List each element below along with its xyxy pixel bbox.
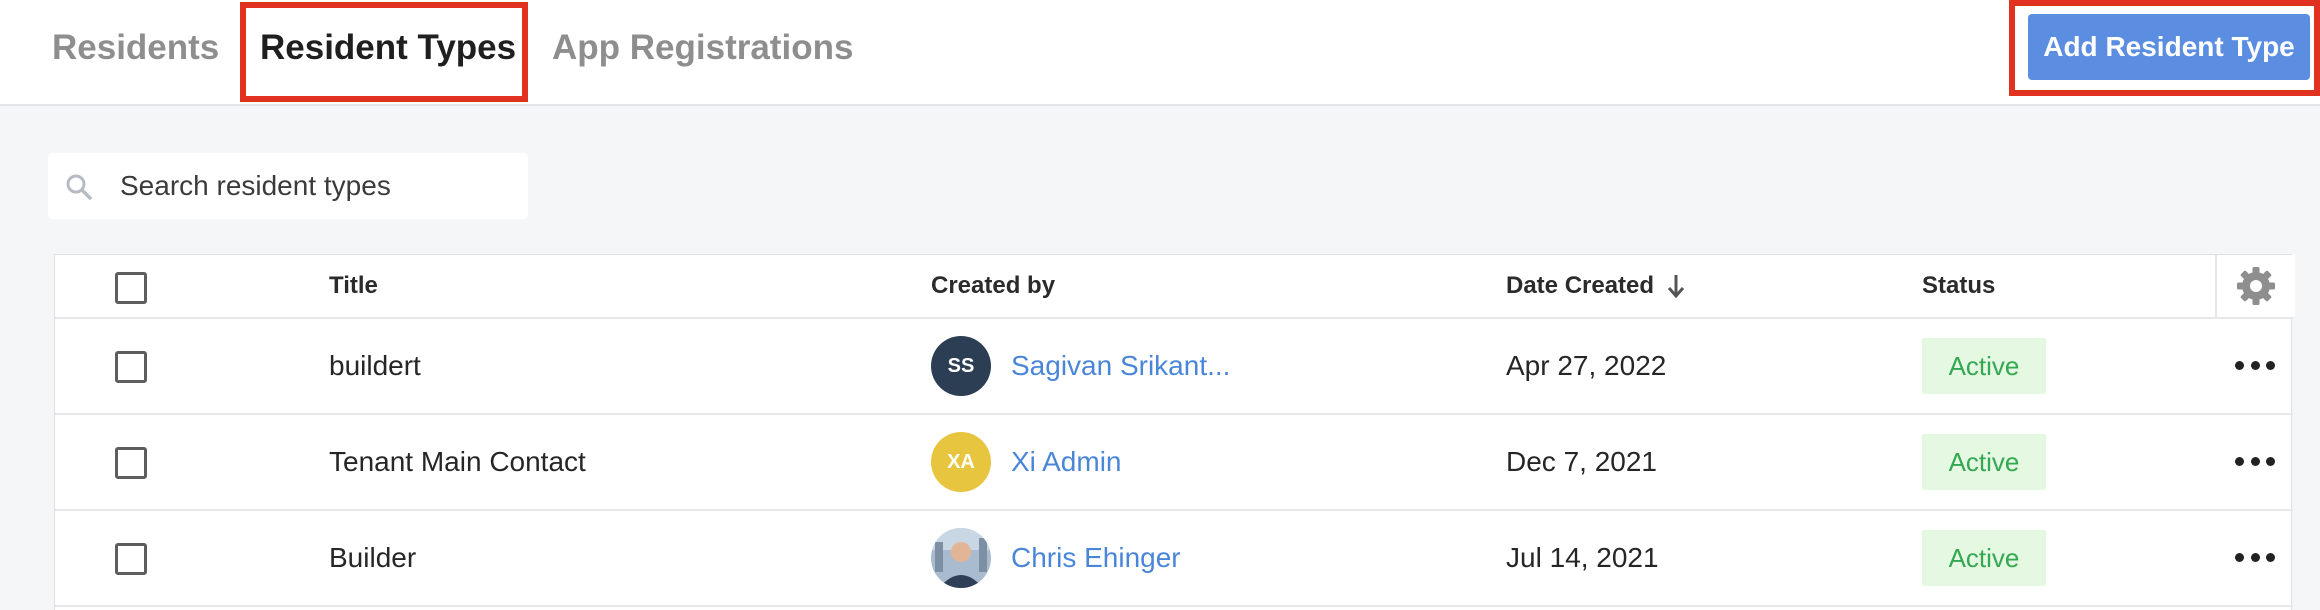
user-photo-icon <box>931 528 991 588</box>
resident-types-table: Title Created by Date Created Status bui… <box>54 254 2295 610</box>
creator-link[interactable]: Chris Ehinger <box>1011 542 1181 574</box>
column-header-created-by-label: Created by <box>931 272 1056 299</box>
more-options-icon[interactable] <box>2235 457 2275 467</box>
row-date-cell: Apr 27, 2022 <box>1506 319 1666 413</box>
status-badge: Active <box>1922 338 2046 394</box>
avatar-initials: SS <box>947 354 975 377</box>
column-header-status[interactable]: Status <box>1922 255 1995 317</box>
more-options-icon[interactable] <box>2235 553 2275 563</box>
row-status-cell: Active <box>1922 319 2046 413</box>
column-header-created-by[interactable]: Created by <box>931 255 1055 317</box>
avatar: XA <box>931 432 991 492</box>
row-date: Jul 14, 2021 <box>1506 542 1659 573</box>
row-title: Builder <box>329 542 417 573</box>
row-status-cell: Active <box>1922 511 2046 605</box>
row-date-cell: Dec 7, 2021 <box>1506 415 1657 509</box>
select-all-checkbox[interactable] <box>115 272 147 304</box>
row-title: Tenant Main Contact <box>329 446 586 477</box>
column-header-date-created[interactable]: Date Created <box>1506 255 1686 317</box>
avatar-initials: XA <box>947 450 975 473</box>
search-box <box>48 153 528 219</box>
row-title-cell: buildert <box>329 319 421 413</box>
row-title: buildert <box>329 350 421 381</box>
row-created-by-cell: SS Sagivan Srikant... <box>931 319 1230 413</box>
avatar <box>931 528 991 588</box>
creator-link[interactable]: Xi Admin <box>1011 446 1122 478</box>
more-options-icon[interactable] <box>2235 361 2275 371</box>
row-checkbox[interactable] <box>115 543 147 575</box>
tab-app-registrations[interactable]: App Registrations <box>552 0 853 104</box>
table-header-row: Title Created by Date Created Status <box>55 255 2295 319</box>
highlight-box-tab <box>240 2 528 102</box>
row-created-by-cell: Chris Ehinger <box>931 511 1181 605</box>
tab-residents[interactable]: Residents <box>52 0 219 104</box>
column-header-title-label: Title <box>329 272 378 299</box>
row-title-cell: Tenant Main Contact <box>329 415 586 509</box>
row-checkbox[interactable] <box>115 351 147 383</box>
row-checkbox[interactable] <box>115 447 147 479</box>
column-header-date-created-label: Date Created <box>1506 272 1655 299</box>
row-status-cell: Active <box>1922 415 2046 509</box>
arrow-down-icon[interactable] <box>1666 273 1686 299</box>
table-row[interactable]: Builder Chris Ehinger Jul 14, 2021 Activ… <box>55 511 2293 607</box>
row-date-cell: Jul 14, 2021 <box>1506 511 1659 605</box>
row-created-by-cell: XA Xi Admin <box>931 415 1122 509</box>
search-icon <box>66 174 92 200</box>
gear-icon <box>2237 267 2275 305</box>
row-title-cell: Builder <box>329 511 416 605</box>
status-badge: Active <box>1922 530 2046 586</box>
column-header-title[interactable]: Title <box>329 255 378 317</box>
table-settings-button[interactable] <box>2215 255 2295 317</box>
creator-link[interactable]: Sagivan Srikant... <box>1011 350 1230 382</box>
table-row[interactable]: Tenant Main Contact XA Xi Admin Dec 7, 2… <box>55 415 2293 511</box>
avatar: SS <box>931 336 991 396</box>
row-date: Dec 7, 2021 <box>1506 446 1657 477</box>
table-row[interactable]: buildert SS Sagivan Srikant... Apr 27, 2… <box>55 319 2293 415</box>
status-badge: Active <box>1922 434 2046 490</box>
highlight-box-button <box>2009 0 2320 96</box>
column-header-status-label: Status <box>1922 272 1996 299</box>
row-date: Apr 27, 2022 <box>1506 350 1667 381</box>
search-input[interactable] <box>110 153 510 219</box>
